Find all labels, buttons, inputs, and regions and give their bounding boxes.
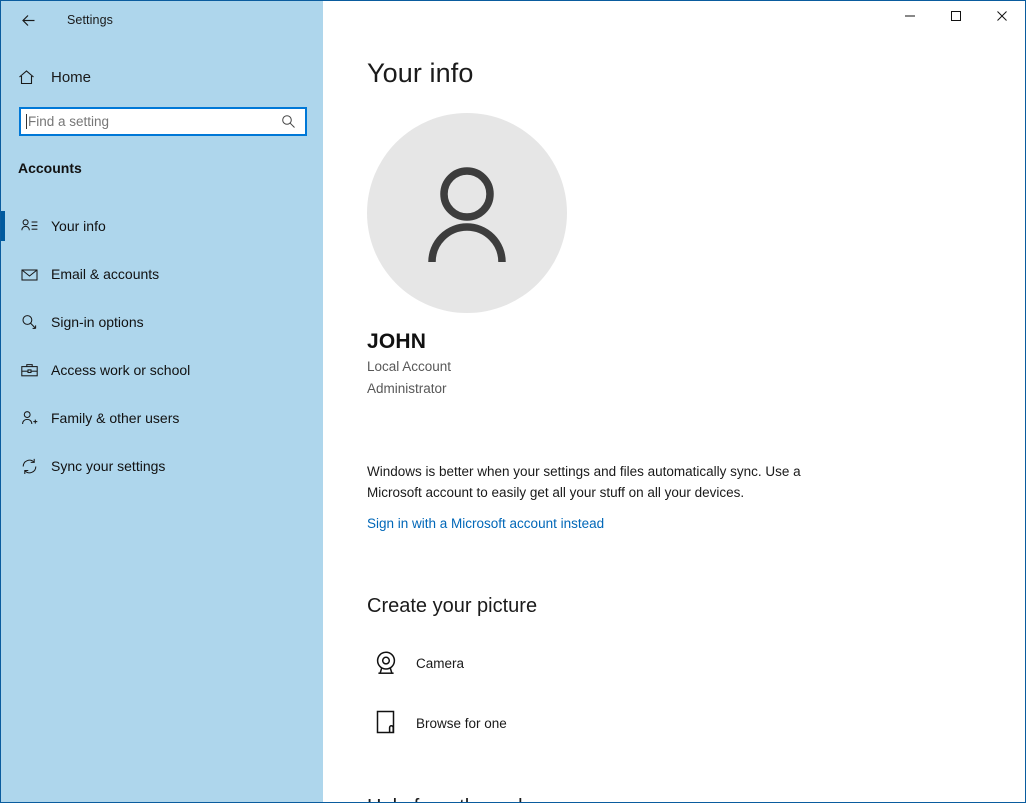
close-icon [996,10,1008,22]
search-placeholder: Find a setting [28,114,281,129]
back-arrow-icon [20,12,37,29]
sidebar-item-sync-your-settings[interactable]: Sync your settings [1,442,323,490]
sidebar-item-label: Email & accounts [51,266,159,282]
minimize-button[interactable] [887,1,933,31]
account-role: Administrator [367,379,1025,398]
selection-indicator [1,211,5,241]
browse-option-label: Browse for one [416,716,507,731]
text-cursor [26,114,27,129]
sidebar-item-label: Family & other users [51,410,179,426]
page-title: Your info [367,58,1025,89]
webcam-icon [367,644,405,682]
sidebar-item-home-label: Home [51,69,91,86]
sidebar-nav-list: Your info Email & accounts [1,202,323,490]
help-from-web-heading: Help from the web [367,796,1025,802]
camera-option[interactable]: Camera [367,644,1025,682]
window-title: Settings [67,13,113,27]
sidebar-item-home[interactable]: Home [1,60,323,94]
user-name: JOHN [367,330,1025,354]
sidebar-item-access-work-or-school[interactable]: Access work or school [1,346,323,394]
camera-option-label: Camera [416,656,464,671]
browse-option[interactable]: Browse for one [367,704,1025,742]
avatar[interactable] [367,113,567,313]
sidebar-item-your-info[interactable]: Your info [1,202,323,250]
briefcase-icon [18,359,40,381]
search-input[interactable]: Find a setting [19,107,307,136]
sidebar-item-label: Your info [51,218,106,234]
main-content: Your info JOHN Local Account Administrat… [323,1,1025,802]
sidebar-item-label: Access work or school [51,362,190,378]
account-type: Local Account [367,357,1025,376]
envelope-icon [18,263,40,285]
picture-file-icon [367,704,405,742]
maximize-icon [950,10,962,22]
sidebar-item-label: Sync your settings [51,458,165,474]
add-user-icon [18,407,40,429]
maximize-button[interactable] [933,1,979,31]
person-avatar-icon [408,154,526,272]
settings-window: Settings Home Find a setting Accounts [0,0,1026,803]
window-controls [323,1,1025,39]
sidebar-item-label: Sign-in options [51,314,144,330]
sidebar-item-family-other-users[interactable]: Family & other users [1,394,323,442]
minimize-icon [904,10,916,22]
back-button[interactable] [13,6,43,34]
key-icon [18,311,40,333]
sync-icon [18,455,40,477]
sign-in-microsoft-link[interactable]: Sign in with a Microsoft account instead [367,516,604,531]
create-picture-heading: Create your picture [367,595,1025,618]
sidebar: Settings Home Find a setting Accounts [1,1,323,802]
window-titlebar-left: Settings [1,1,323,39]
home-icon [17,68,39,87]
search-icon[interactable] [281,114,296,129]
user-info-icon [18,215,40,237]
sidebar-item-email-accounts[interactable]: Email & accounts [1,250,323,298]
close-button[interactable] [979,1,1025,31]
sidebar-item-sign-in-options[interactable]: Sign-in options [1,298,323,346]
sidebar-section-title: Accounts [18,160,323,176]
content-body: Your info JOHN Local Account Administrat… [323,58,1025,802]
sync-description: Windows is better when your settings and… [367,462,827,503]
